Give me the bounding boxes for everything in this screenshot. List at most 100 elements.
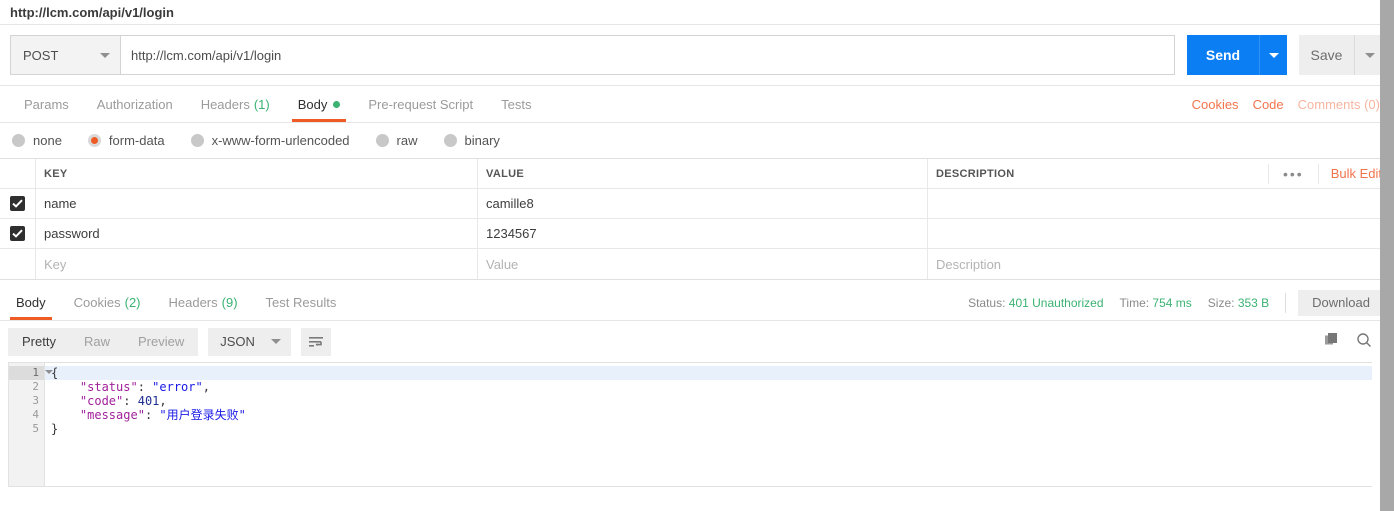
code-line: "message": "用户登录失败" — [45, 408, 1372, 422]
body-type-radio-binary[interactable]: binary — [444, 133, 500, 148]
code-token-k: "message" — [80, 408, 145, 422]
response-format-select[interactable]: JSON — [208, 328, 291, 356]
radio-icon — [444, 134, 457, 147]
download-button[interactable]: Download — [1298, 290, 1384, 316]
body-type-radio-x-www-form-urlencoded[interactable]: x-www-form-urlencoded — [191, 133, 350, 148]
code-token-s: "用户登录失败" — [159, 408, 245, 422]
window-scrollbar[interactable] — [1380, 0, 1394, 511]
code-token-n: 401 — [138, 394, 160, 408]
size-value: 353 B — [1238, 296, 1269, 310]
status-label: Status: — [968, 296, 1005, 310]
tab-label: Pre-request Script — [368, 97, 473, 112]
chevron-down-icon — [1269, 53, 1279, 58]
request-tabs: Params AuthorizationHeaders (1)Body Pre-re… — [0, 86, 1394, 123]
row-description-input[interactable] — [928, 189, 1394, 218]
tab-tests[interactable]: Tests — [487, 86, 545, 122]
http-method-value: POST — [23, 48, 58, 63]
row-value-input[interactable]: 1234567 — [478, 219, 928, 248]
row-description-input-text: Description — [936, 257, 1001, 272]
radio-label: binary — [465, 133, 500, 148]
tab-params[interactable]: Params — [10, 86, 83, 122]
row-description-input[interactable]: Description — [928, 249, 1394, 279]
row-key-input[interactable]: Key — [36, 249, 478, 279]
response-meta: Status: 401 Unauthorized Time: 754 ms Si… — [968, 285, 1394, 320]
view-mode-preview[interactable]: Preview — [124, 328, 198, 356]
tab-authorization[interactable]: Authorization — [83, 86, 187, 122]
response-tab-label: Test Results — [266, 295, 337, 310]
link-code[interactable]: Code — [1253, 97, 1284, 112]
copy-icon[interactable] — [1324, 332, 1340, 351]
radio-icon — [88, 134, 101, 147]
tab-headers[interactable]: Headers (1) — [187, 86, 284, 122]
response-format-value: JSON — [220, 334, 255, 349]
radio-icon — [376, 134, 389, 147]
row-description-input[interactable] — [928, 219, 1394, 248]
send-button[interactable]: Send — [1187, 35, 1259, 75]
chevron-down-icon — [1365, 53, 1375, 58]
response-tab-headers[interactable]: Headers (9) — [155, 285, 252, 320]
line-number-text: 1 — [32, 366, 39, 379]
code-token-p — [51, 394, 80, 408]
wrap-lines-icon[interactable] — [301, 328, 331, 356]
row-key-input[interactable]: name — [36, 189, 478, 218]
response-body-code[interactable]: { "status": "error", "code": 401, "messa… — [45, 363, 1372, 486]
tab-count: (1) — [254, 97, 270, 112]
line-number-text: 2 — [32, 380, 39, 393]
wrap-lines-glyph — [308, 335, 324, 349]
body-type-radio-none[interactable]: none — [12, 133, 62, 148]
checkbox-checked-icon[interactable] — [10, 226, 25, 241]
link-cookies[interactable]: Cookies — [1192, 97, 1239, 112]
code-token-k: "status" — [80, 380, 138, 394]
chevron-down-icon — [271, 339, 281, 344]
tab-label: Params — [24, 97, 69, 112]
view-mode-raw[interactable]: Raw — [70, 328, 124, 356]
checkbox-checked-icon[interactable] — [10, 196, 25, 211]
save-button[interactable]: Save — [1299, 35, 1354, 75]
response-tab-cookies[interactable]: Cookies (2) — [60, 285, 155, 320]
url-input[interactable]: http://lcm.com/api/v1/login — [120, 35, 1175, 75]
code-token-p — [51, 408, 80, 422]
fold-arrow-icon[interactable] — [45, 370, 53, 374]
code-token-p: } — [51, 422, 58, 436]
http-method-select[interactable]: POST — [10, 35, 120, 75]
response-tab-label: Headers — [169, 295, 218, 310]
time-badge: Time: 754 ms — [1120, 296, 1192, 310]
send-options-button[interactable] — [1259, 35, 1287, 75]
search-icon[interactable] — [1356, 332, 1372, 351]
more-options-icon[interactable]: ••• — [1268, 164, 1318, 184]
line-number-gutter: 12345 — [9, 363, 45, 486]
response-tab-body[interactable]: Body — [2, 285, 60, 320]
row-checkbox-cell — [0, 219, 36, 248]
code-token-p: : — [145, 408, 159, 422]
page-title: http://lcm.com/api/v1/login — [10, 5, 174, 20]
column-header-value: VALUE — [486, 168, 524, 180]
unsaved-indicator-dot — [333, 101, 340, 108]
response-tab-test-results[interactable]: Test Results — [252, 285, 351, 320]
response-tab-count: (2) — [125, 295, 141, 310]
body-type-radio-form-data[interactable]: form-data — [88, 133, 165, 148]
header-description-cell: DESCRIPTION — [928, 159, 1268, 188]
row-value-input-text: 1234567 — [486, 226, 537, 241]
code-token-p: , — [159, 394, 166, 408]
radio-icon — [191, 134, 204, 147]
row-value-input[interactable]: camille8 — [478, 189, 928, 218]
header-value-cell: VALUE — [478, 159, 928, 188]
status-value: 401 Unauthorized — [1009, 296, 1104, 310]
tab-pre-request-script[interactable]: Pre-request Script — [354, 86, 487, 122]
column-header-key: KEY — [44, 168, 68, 180]
send-button-group: Send — [1187, 35, 1287, 75]
table-row: namecamille8 — [0, 189, 1394, 219]
row-checkbox-cell — [0, 249, 36, 279]
row-value-input[interactable]: Value — [478, 249, 928, 279]
view-mode-pretty[interactable]: Pretty — [8, 328, 70, 356]
body-type-radio-raw[interactable]: raw — [376, 133, 418, 148]
tab-body[interactable]: Body — [284, 86, 355, 122]
response-tab-label: Cookies — [74, 295, 121, 310]
table-header-row: KEY VALUE DESCRIPTION ••• Bulk Edit — [0, 159, 1394, 189]
row-key-input[interactable]: password — [36, 219, 478, 248]
response-tab-label: Body — [16, 295, 46, 310]
url-input-value: http://lcm.com/api/v1/login — [131, 48, 281, 63]
time-value: 754 ms — [1152, 296, 1191, 310]
response-body-viewer[interactable]: 12345 { "status": "error", "code": 401, … — [8, 362, 1372, 487]
link-comments-0[interactable]: Comments (0) — [1298, 97, 1380, 112]
